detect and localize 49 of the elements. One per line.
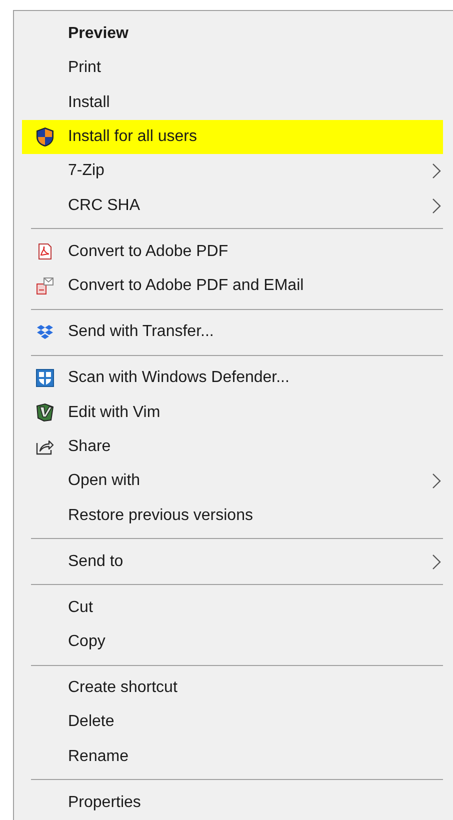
menu-item-label: Install — [68, 92, 111, 113]
menu-item[interactable]: Cut — [22, 590, 443, 625]
vim-icon — [36, 403, 54, 422]
menu-item[interactable]: CRC SHA — [22, 188, 443, 223]
menu-item[interactable]: Send to — [22, 544, 443, 579]
shield-cross-icon — [36, 369, 54, 388]
menu-item[interactable]: Properties — [22, 786, 443, 820]
menu-item-label: 7-Zip — [68, 161, 106, 182]
menu-item[interactable]: Install — [22, 86, 443, 120]
menu-item[interactable]: Scan with Windows Defender... — [22, 361, 443, 396]
menu-item-label: Properties — [68, 792, 142, 813]
menu-item[interactable]: Rename — [22, 740, 443, 774]
menu-item-label: Preview — [68, 24, 130, 44]
menu-item-label: Create shortcut — [68, 678, 178, 698]
menu-item[interactable]: Share — [22, 430, 443, 464]
menu-item[interactable]: Print — [22, 51, 443, 86]
menu-item[interactable]: Create shortcut — [22, 670, 443, 706]
menu-item[interactable]: Convert to Adobe PDF — [22, 234, 443, 269]
menu-item-label: Share — [68, 436, 112, 457]
menu-item-label: Delete — [68, 712, 116, 732]
menu-item-label: Print — [68, 58, 102, 78]
shield-icon — [36, 127, 54, 148]
menu-item-label: Cut — [68, 598, 94, 618]
menu-item[interactable]: Delete — [22, 705, 443, 740]
menu-item-label: Convert to Adobe PDF and EMail — [68, 276, 305, 296]
menu-item[interactable]: 7-Zip — [22, 154, 443, 189]
menu-item[interactable]: Open with — [22, 464, 443, 498]
menu-item-label: Open with — [68, 471, 142, 492]
menu-item[interactable]: Preview — [22, 17, 443, 52]
share-icon — [36, 438, 54, 456]
menu-item-label: Convert to Adobe PDF — [68, 242, 230, 262]
menu-item-label: Install for all users — [68, 127, 198, 148]
menu-item-label: Send with Transfer... — [68, 322, 215, 342]
document-icon — [37, 243, 53, 260]
menu-item[interactable]: Send with Transfer... — [22, 315, 443, 350]
menu-item[interactable]: Install for all users — [22, 120, 443, 154]
menu-item[interactable]: Restore previous versions — [22, 498, 443, 533]
menu-item-label: Rename — [68, 746, 130, 767]
menu-item-label: Edit with Vim — [68, 402, 162, 423]
menu-item[interactable]: Convert to Adobe PDF and EMail — [22, 268, 443, 304]
menu-item-label: CRC SHA — [68, 196, 142, 216]
menu-item-label: Restore previous versions — [68, 506, 254, 526]
document-mail-icon — [36, 277, 54, 296]
menu-item-label: Copy — [68, 632, 106, 652]
menu-item-label: Send to — [68, 552, 124, 572]
menu-item[interactable]: Copy — [22, 624, 443, 660]
menu-item-label: Scan with Windows Defender... — [68, 368, 290, 388]
boxes-icon — [36, 324, 54, 340]
menu-item[interactable]: Edit with Vim — [22, 395, 443, 430]
